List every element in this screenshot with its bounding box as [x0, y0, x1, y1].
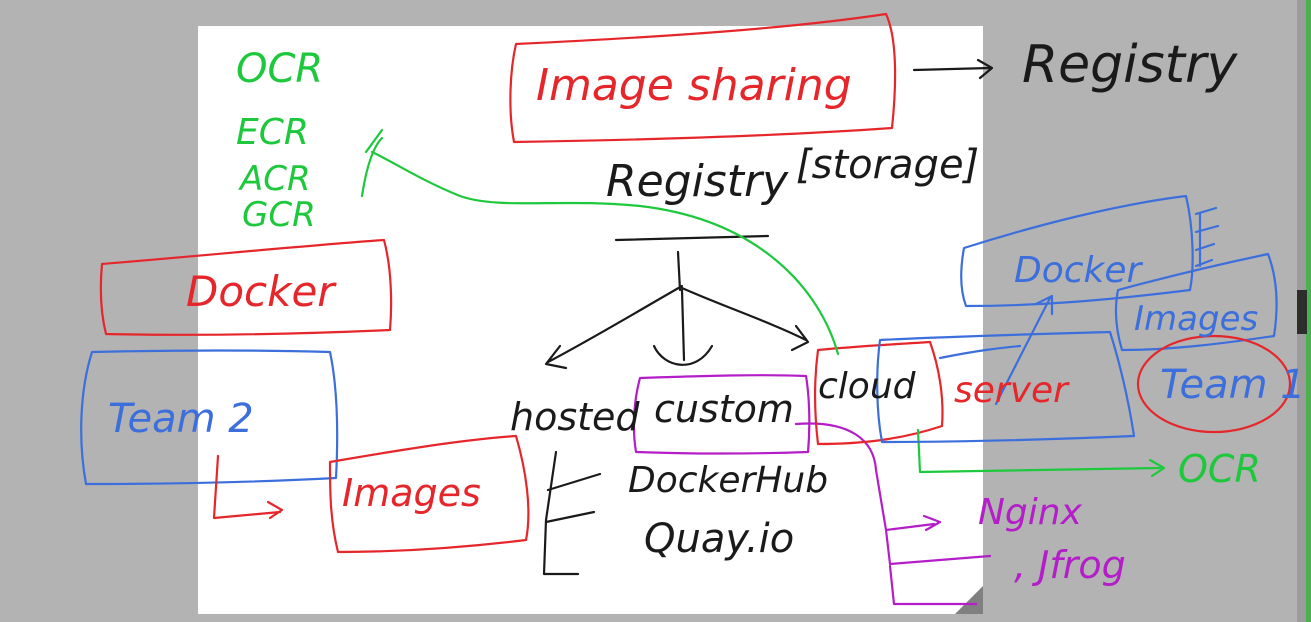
cloud-label: cloud [818, 366, 917, 407]
image-sharing-label: Image sharing [536, 60, 852, 111]
docker-hub-label: DockerHub [628, 460, 828, 501]
team1-label: Team 1 [1160, 362, 1306, 408]
provider-ecr-label: ECR [236, 112, 309, 153]
tree-right-branch [680, 286, 810, 352]
docker-label: Docker [186, 267, 337, 316]
quay-label: Quay.io [644, 516, 794, 562]
team2-label: Team 2 [108, 396, 254, 442]
tree-stem [676, 250, 682, 292]
provider-gcr-label: GCR [242, 195, 316, 235]
server-label: server [954, 370, 1070, 411]
list-lines-icon [1194, 206, 1220, 268]
hosted-list-brackets [542, 450, 602, 576]
provider-ocr-label: OCR [236, 46, 323, 92]
provider-acr-label: ACR [238, 159, 311, 199]
server-link-line [938, 344, 1022, 360]
registry-center-label: Registry [606, 156, 789, 207]
ocr-right-label: OCR [1178, 447, 1261, 491]
arrow-icon [912, 58, 994, 80]
whiteboard-stage: Image sharing Registry Registry [storage… [0, 0, 1311, 622]
custom-bracket-lines [884, 528, 992, 606]
team2-to-images-arrow [212, 454, 284, 520]
hosted-label: hosted [510, 395, 640, 439]
tree-middle-branch [652, 288, 714, 366]
images-right-label: Images [1134, 299, 1258, 339]
ink-layer: Image sharing Registry Registry [storage… [80, 12, 1306, 606]
custom-label: custom [654, 387, 794, 431]
registry-right-label: Registry [1022, 35, 1238, 95]
storage-label: [storage] [796, 142, 979, 188]
jfrog-label: , Jfrog [1014, 543, 1126, 587]
nginx-label: Nginx [978, 492, 1083, 533]
docker-right-label: Docker [1014, 250, 1144, 291]
images-left-label: Images [342, 471, 481, 515]
